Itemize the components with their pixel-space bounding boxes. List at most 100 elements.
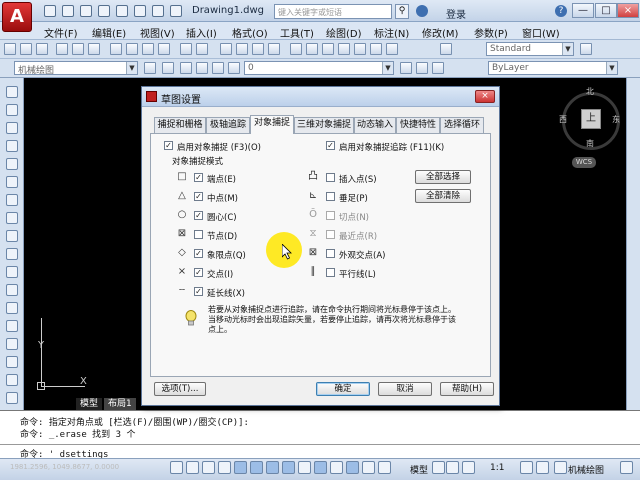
- login-button[interactable]: 登录: [446, 6, 466, 21]
- polyline-icon[interactable]: [6, 122, 18, 134]
- help-icon[interactable]: ?: [555, 5, 567, 17]
- wcs-menu[interactable]: WCS: [572, 157, 596, 168]
- save-icon[interactable]: [36, 43, 48, 55]
- tab-layout1[interactable]: 布局1: [104, 398, 136, 410]
- layer-properties-icon[interactable]: [162, 62, 174, 74]
- spline-icon[interactable]: [6, 230, 18, 242]
- menu-view[interactable]: 视图(V): [140, 25, 175, 40]
- rectangle-icon[interactable]: [6, 158, 18, 170]
- perpendicular-checkbox[interactable]: [326, 192, 335, 201]
- copy-icon[interactable]: [126, 43, 138, 55]
- transparency-icon[interactable]: [346, 461, 359, 474]
- lightbulb-icon[interactable]: [180, 62, 192, 74]
- dialog-close-button[interactable]: ×: [475, 90, 495, 103]
- menu-modify[interactable]: 修改(M): [422, 25, 458, 40]
- sun-icon[interactable]: [196, 62, 208, 74]
- menu-file[interactable]: 文件(F): [44, 25, 78, 40]
- tab-polar-tracking[interactable]: 极轴追踪: [206, 117, 250, 133]
- zoom-previous-icon[interactable]: [268, 43, 280, 55]
- extension-checkbox[interactable]: ✓: [194, 287, 203, 296]
- circle-icon[interactable]: [6, 194, 18, 206]
- color-combo[interactable]: ByLayer ▼: [488, 61, 618, 75]
- compass-east[interactable]: 东: [612, 114, 620, 125]
- quick-properties-icon[interactable]: [362, 461, 375, 474]
- revision-cloud-icon[interactable]: [6, 212, 18, 224]
- search-input[interactable]: 键入关键字或短语: [274, 4, 392, 19]
- intersection-checkbox[interactable]: ✓: [194, 268, 203, 277]
- redo-icon[interactable]: [196, 43, 208, 55]
- gradient-icon[interactable]: [6, 356, 18, 368]
- command-input[interactable]: 命令: '_dsettings: [0, 444, 640, 460]
- menu-dimension[interactable]: 标注(N): [374, 25, 409, 40]
- dynamic-input-icon[interactable]: [314, 461, 327, 474]
- table-icon[interactable]: [6, 392, 18, 404]
- enable-osnap-checkbox[interactable]: ✓: [164, 141, 173, 150]
- match-properties-icon[interactable]: [158, 43, 170, 55]
- make-current-layer-icon[interactable]: [400, 62, 412, 74]
- object-snap-tracking-icon[interactable]: [282, 461, 295, 474]
- tab-model[interactable]: 模型: [76, 398, 103, 410]
- zoom-realtime-icon[interactable]: [236, 43, 248, 55]
- saveas-icon[interactable]: [98, 5, 110, 17]
- ok-button[interactable]: 确定: [316, 382, 370, 396]
- center-checkbox[interactable]: ✓: [194, 211, 203, 220]
- polygon-icon[interactable]: [6, 140, 18, 152]
- preview-icon[interactable]: [72, 43, 84, 55]
- lock-icon[interactable]: [620, 461, 633, 474]
- layer-previous-icon[interactable]: [416, 62, 428, 74]
- infer-constraints-icon[interactable]: [170, 461, 183, 474]
- apparent-intersection-checkbox[interactable]: [326, 249, 335, 258]
- quick-access-dropdown-icon[interactable]: [170, 5, 182, 17]
- arc-icon[interactable]: [6, 176, 18, 188]
- layout-view-icon[interactable]: [432, 461, 445, 474]
- nearest-checkbox[interactable]: [326, 230, 335, 239]
- lineweight-icon[interactable]: [330, 461, 343, 474]
- workspace-combo[interactable]: 机械绘图 ▼: [14, 61, 138, 76]
- tab-object-snap[interactable]: 对象捕捉: [250, 115, 294, 134]
- open-icon[interactable]: [20, 43, 32, 55]
- line-icon[interactable]: [6, 86, 18, 98]
- workspace-settings-icon[interactable]: [144, 62, 156, 74]
- viewcube-top[interactable]: 上: [581, 109, 601, 129]
- layer-combo[interactable]: 0 ▼: [244, 61, 394, 75]
- sheet-set-icon[interactable]: [338, 43, 350, 55]
- make-block-icon[interactable]: [6, 302, 18, 314]
- tab-dynamic-input[interactable]: 动态输入: [354, 117, 396, 133]
- text-style-combo[interactable]: Standard ▼: [486, 42, 574, 56]
- open-icon[interactable]: [62, 5, 74, 17]
- menu-parametric[interactable]: 参数(P): [474, 25, 508, 40]
- lock-icon[interactable]: [212, 62, 224, 74]
- grid-icon[interactable]: [202, 461, 215, 474]
- construction-line-icon[interactable]: [6, 104, 18, 116]
- hatch-icon[interactable]: [6, 338, 18, 350]
- tab-snap-grid[interactable]: 捕捉和栅格: [154, 117, 206, 133]
- select-all-button[interactable]: 全部选择: [415, 170, 471, 184]
- user-icon[interactable]: [416, 5, 428, 17]
- coordinate-readout[interactable]: 1981.2596, 1049.8677, 0.0000: [10, 463, 119, 471]
- compass-south[interactable]: 南: [586, 138, 594, 149]
- print-icon[interactable]: [116, 5, 128, 17]
- undo-icon[interactable]: [134, 5, 146, 17]
- parallel-checkbox[interactable]: [326, 268, 335, 277]
- redo-icon[interactable]: [152, 5, 164, 17]
- endpoint-checkbox[interactable]: ✓: [194, 173, 203, 182]
- tab-selection-cycling[interactable]: 选择循环: [440, 117, 484, 133]
- annotation-scale-value[interactable]: 1:1: [490, 463, 504, 473]
- search-icon[interactable]: ⚲: [395, 4, 409, 19]
- pan-icon[interactable]: [220, 43, 232, 55]
- insert-block-icon[interactable]: [6, 284, 18, 296]
- annotation-scale-icon[interactable]: [462, 461, 475, 474]
- compass-west[interactable]: 西: [559, 114, 567, 125]
- midpoint-checkbox[interactable]: ✓: [194, 192, 203, 201]
- text-style-icon[interactable]: [440, 43, 452, 55]
- menu-draw[interactable]: 绘图(D): [326, 25, 362, 40]
- node-checkbox[interactable]: [194, 230, 203, 239]
- ducs-icon[interactable]: [298, 461, 311, 474]
- cut-icon[interactable]: [110, 43, 122, 55]
- publish-icon[interactable]: [88, 43, 100, 55]
- save-icon[interactable]: [80, 5, 92, 17]
- menu-format[interactable]: 格式(O): [232, 25, 268, 40]
- dim-style-icon[interactable]: [580, 43, 592, 55]
- ellipse-icon[interactable]: [6, 248, 18, 260]
- help-button[interactable]: 帮助(H): [440, 382, 494, 396]
